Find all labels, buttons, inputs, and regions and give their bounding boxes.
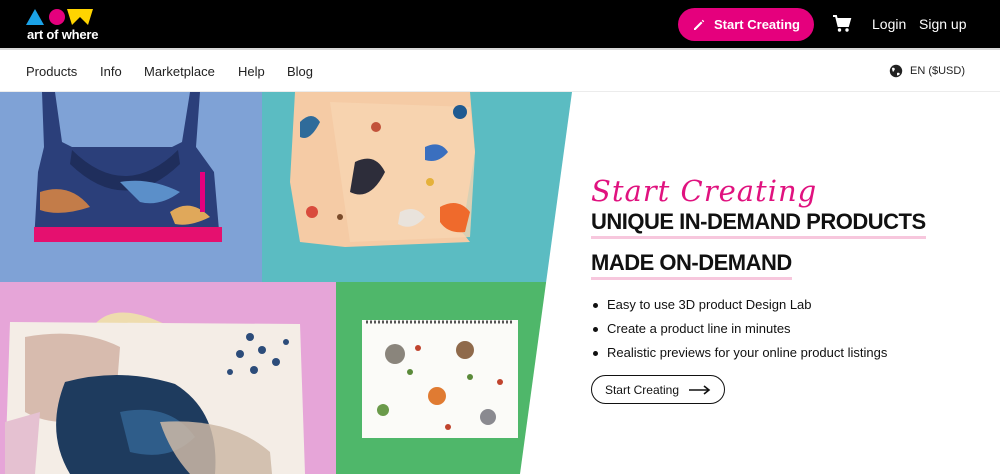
top-bar: art of where Start Creating Login Sign u… [0,0,1000,48]
globe-icon [889,64,903,78]
language-label: EN ($USD) [910,65,966,77]
hero-text: Start Creating UNIQUE IN-DEMAND PRODUCTS… [591,174,971,404]
logo-shapes-icon [26,9,93,25]
hero-cta-label: Start Creating [604,382,680,397]
feature-item: Realistic previews for your online produ… [591,341,971,365]
start-creating-label: Start Creating [714,17,800,32]
nav-item-products[interactable]: Products [26,64,77,79]
brand-logo[interactable]: art of where [26,8,106,42]
nav-item-help[interactable]: Help [238,64,265,79]
nav-item-blog[interactable]: Blog [287,64,313,79]
hero-section: Start Creating UNIQUE IN-DEMAND PRODUCTS… [0,92,1000,474]
nav-item-marketplace[interactable]: Marketplace [144,64,215,79]
product-photo-collage [0,92,572,474]
towel-image [290,92,475,247]
hero-start-creating-button[interactable]: Start Creating [591,375,725,404]
cart-icon[interactable] [832,14,852,34]
feature-item: Create a product line in minutes [591,317,971,341]
signup-link[interactable]: Sign up [919,16,966,32]
hero-script-title: Start Creating [591,174,818,208]
login-link[interactable]: Login [872,16,906,32]
nav-item-info[interactable]: Info [100,64,122,79]
language-selector[interactable]: EN ($USD) [889,64,965,78]
main-nav: Products Info Marketplace Help Blog EN (… [0,48,1000,92]
feature-item: Easy to use 3D product Design Lab [591,293,971,317]
notebook-image [362,320,518,438]
hero-headline-line2: MADE ON-DEMAND [591,251,792,280]
tote-bag-image [5,312,305,474]
logo-text: art of where [27,27,99,42]
start-creating-button[interactable]: Start Creating [678,8,814,41]
pencil-icon [694,19,705,30]
feature-list: Easy to use 3D product Design Lab Create… [591,293,971,365]
hero-headline-line1: UNIQUE IN-DEMAND PRODUCTS [591,210,926,239]
arrow-right-icon [689,384,711,395]
